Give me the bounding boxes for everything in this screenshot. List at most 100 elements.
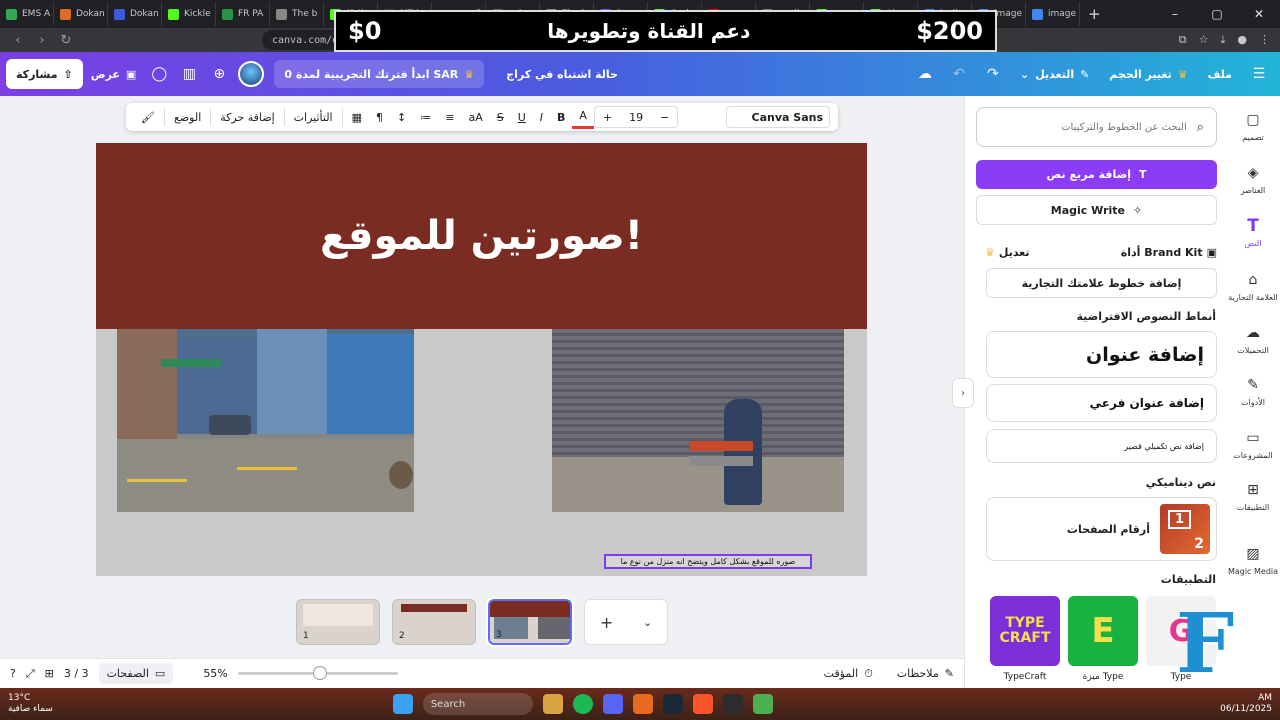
collapse-panel-button[interactable]: › bbox=[952, 378, 974, 408]
chevron-down-icon[interactable]: ⌄ bbox=[643, 616, 652, 629]
page-thumbnail[interactable]: 2 bbox=[392, 599, 476, 645]
edit-mode-button[interactable]: ⌄ التعديل ✎ bbox=[1012, 59, 1097, 89]
rail-item-magic-media[interactable]: ▨ Magic Media bbox=[1226, 544, 1280, 576]
street-photo[interactable] bbox=[117, 329, 414, 512]
position-button[interactable]: الوضع bbox=[167, 105, 208, 129]
timer-button[interactable]: المؤقت ⏱ bbox=[824, 667, 873, 681]
font-size-minus[interactable]: − bbox=[660, 111, 669, 124]
reload-icon[interactable]: ↻ bbox=[58, 33, 74, 48]
fullscreen-icon[interactable]: ⤢ bbox=[26, 667, 35, 681]
undo-icon[interactable]: ↶ bbox=[944, 59, 974, 89]
taskbar-app-icon[interactable] bbox=[722, 694, 743, 714]
taskbar-app-icon[interactable] bbox=[602, 694, 623, 714]
type-feature-app-tile[interactable]: E bbox=[1068, 596, 1138, 666]
maximize-button[interactable]: ▢ bbox=[1196, 0, 1238, 28]
zoom-slider-handle[interactable] bbox=[312, 666, 327, 680]
redo-icon[interactable]: ↷ bbox=[978, 59, 1008, 89]
taskbar-app-icon[interactable] bbox=[752, 694, 773, 714]
browser-tab[interactable]: EMS A bbox=[0, 2, 54, 26]
transparency-icon[interactable]: ▦ bbox=[345, 105, 369, 129]
page-thumbnail-active[interactable]: 3 bbox=[486, 597, 574, 647]
rail-item-tools[interactable]: ✎ الأدوات bbox=[1226, 375, 1280, 407]
new-tab-button[interactable]: + bbox=[1080, 5, 1109, 23]
taskbar-app-icon[interactable] bbox=[662, 694, 683, 714]
spacing-icon[interactable]: ↕ bbox=[390, 105, 413, 129]
design-page[interactable]: صورتين للموقع! صوره للموقع بشكل كامل ويت… bbox=[96, 143, 867, 576]
page-thumbnail[interactable]: 1 bbox=[296, 599, 380, 645]
rail-item-elements[interactable]: ◈ العناصر bbox=[1226, 163, 1280, 195]
present-button[interactable]: عرض ▣ bbox=[83, 59, 145, 89]
browser-tab[interactable]: Kickle bbox=[162, 2, 216, 26]
rail-item-uploads[interactable]: ☁ التحميلات bbox=[1226, 323, 1280, 355]
taskbar-search[interactable]: Search bbox=[422, 693, 533, 715]
browser-tab[interactable]: FR PA bbox=[216, 2, 270, 26]
close-window-button[interactable]: ✕ bbox=[1238, 0, 1280, 28]
subheading-style-card[interactable]: إضافة عنوان فرعي bbox=[986, 384, 1217, 422]
weather-widget[interactable]: 13°C سماء صافية bbox=[8, 693, 53, 715]
font-family-select[interactable]: Canva Sans bbox=[726, 106, 830, 128]
list-icon[interactable]: ≔ bbox=[413, 105, 438, 129]
underline-icon[interactable]: U bbox=[511, 105, 533, 129]
profile-icon[interactable]: ● bbox=[1237, 33, 1247, 47]
document-title[interactable]: حالة اشتباه في كراج bbox=[506, 68, 618, 81]
italic-icon[interactable]: I bbox=[533, 105, 550, 129]
garage-photo[interactable] bbox=[552, 329, 844, 512]
type-app-tile[interactable]: G bbox=[1146, 596, 1216, 666]
zoom-slider[interactable] bbox=[237, 666, 398, 680]
title-banner[interactable]: صورتين للموقع! bbox=[96, 143, 867, 329]
text-color-icon[interactable]: A bbox=[572, 105, 594, 129]
add-textbox-button[interactable]: إضافة مربع نص T bbox=[976, 160, 1217, 189]
forward-icon[interactable]: › bbox=[34, 33, 50, 48]
minimize-button[interactable]: – bbox=[1154, 0, 1196, 28]
typecraft-app-tile[interactable]: TYPE CRAFT bbox=[990, 596, 1060, 666]
rail-item-design[interactable]: ▢ تصميم bbox=[1226, 110, 1280, 142]
browser-tab[interactable]: The b bbox=[270, 2, 324, 26]
body-style-card[interactable]: إضافة نص تكميلي قصير bbox=[986, 429, 1217, 463]
page-numbers-card[interactable]: أرقام الصفحات 1 2 bbox=[986, 497, 1217, 561]
caption-textbox[interactable]: صوره للموقع بشكل كامل ويتضح انه منزل من … bbox=[604, 554, 812, 569]
share-button[interactable]: مشاركة ⇧ bbox=[6, 59, 83, 89]
rail-item-apps[interactable]: ⊞ التطبيقات bbox=[1226, 480, 1280, 512]
file-menu-button[interactable]: ملف bbox=[1200, 59, 1240, 89]
browser-tab[interactable]: image bbox=[1026, 2, 1080, 26]
resize-button[interactable]: تغيير الحجم ♛ bbox=[1101, 59, 1195, 89]
notes-button[interactable]: ملاحظات ✎ bbox=[897, 667, 954, 680]
text-direction-icon[interactable]: ¶ bbox=[369, 105, 390, 129]
comment-icon[interactable]: ◯ bbox=[144, 59, 174, 89]
add-collaborator-icon[interactable]: ⊕ bbox=[204, 59, 234, 89]
rail-item-projects[interactable]: ▭ المشروعات bbox=[1226, 428, 1280, 460]
page-title[interactable]: صورتين للموقع! bbox=[320, 213, 643, 259]
taskbar-app-icon[interactable] bbox=[692, 694, 713, 714]
rail-item-brand[interactable]: ⌂ العلامة التجارية bbox=[1226, 270, 1280, 302]
caption-text[interactable]: صوره للموقع بشكل كامل ويتضح انه منزل من … bbox=[621, 557, 796, 566]
effects-button[interactable]: التأثيرات bbox=[287, 105, 340, 129]
downloads-icon[interactable]: ⤓ bbox=[1221, 33, 1226, 47]
system-tray-clock[interactable]: AM 06/11/2025 bbox=[1220, 693, 1272, 715]
start-trial-button[interactable]: ابدأ فترتك التجريبية لمدة 0 SAR ♛ bbox=[274, 60, 485, 88]
bold-icon[interactable]: B bbox=[550, 105, 572, 129]
heading-style-card[interactable]: إضافة عنوان bbox=[986, 331, 1217, 378]
grid-view-icon[interactable]: ⊞ bbox=[45, 667, 54, 680]
start-icon[interactable] bbox=[392, 694, 413, 714]
taskbar-app-icon[interactable] bbox=[572, 694, 593, 714]
animate-button[interactable]: إضافة حركة bbox=[213, 105, 281, 129]
font-size-value[interactable]: 19 bbox=[622, 111, 650, 124]
pages-button[interactable]: الصفحات ▭ bbox=[98, 663, 174, 684]
taskbar-app-icon[interactable] bbox=[632, 694, 653, 714]
add-page-button[interactable]: + ⌄ bbox=[584, 599, 668, 645]
taskbar-app-icon[interactable] bbox=[542, 694, 563, 714]
avatar[interactable] bbox=[238, 61, 265, 87]
help-icon[interactable]: ? bbox=[10, 667, 16, 680]
magic-write-button[interactable]: Magic Write ✧ bbox=[976, 195, 1217, 225]
menu-icon[interactable]: ⋮ bbox=[1259, 33, 1270, 47]
browser-tab[interactable]: Dokan bbox=[54, 2, 108, 26]
copy-style-icon[interactable]: 🖌 bbox=[134, 105, 162, 129]
zoom-value[interactable]: 55% bbox=[203, 667, 227, 680]
insights-icon[interactable]: ▥ bbox=[174, 59, 204, 89]
rail-item-text[interactable]: T النص bbox=[1226, 216, 1280, 248]
browser-tab[interactable]: Dokan bbox=[108, 2, 162, 26]
font-size-plus[interactable]: + bbox=[603, 111, 612, 124]
add-brand-fonts-button[interactable]: إضافة خطوط علامتك التجارية bbox=[986, 268, 1217, 298]
brand-edit-link[interactable]: ♛ تعديل bbox=[985, 246, 1030, 259]
hamburger-menu-icon[interactable]: ☰ bbox=[1244, 59, 1274, 89]
